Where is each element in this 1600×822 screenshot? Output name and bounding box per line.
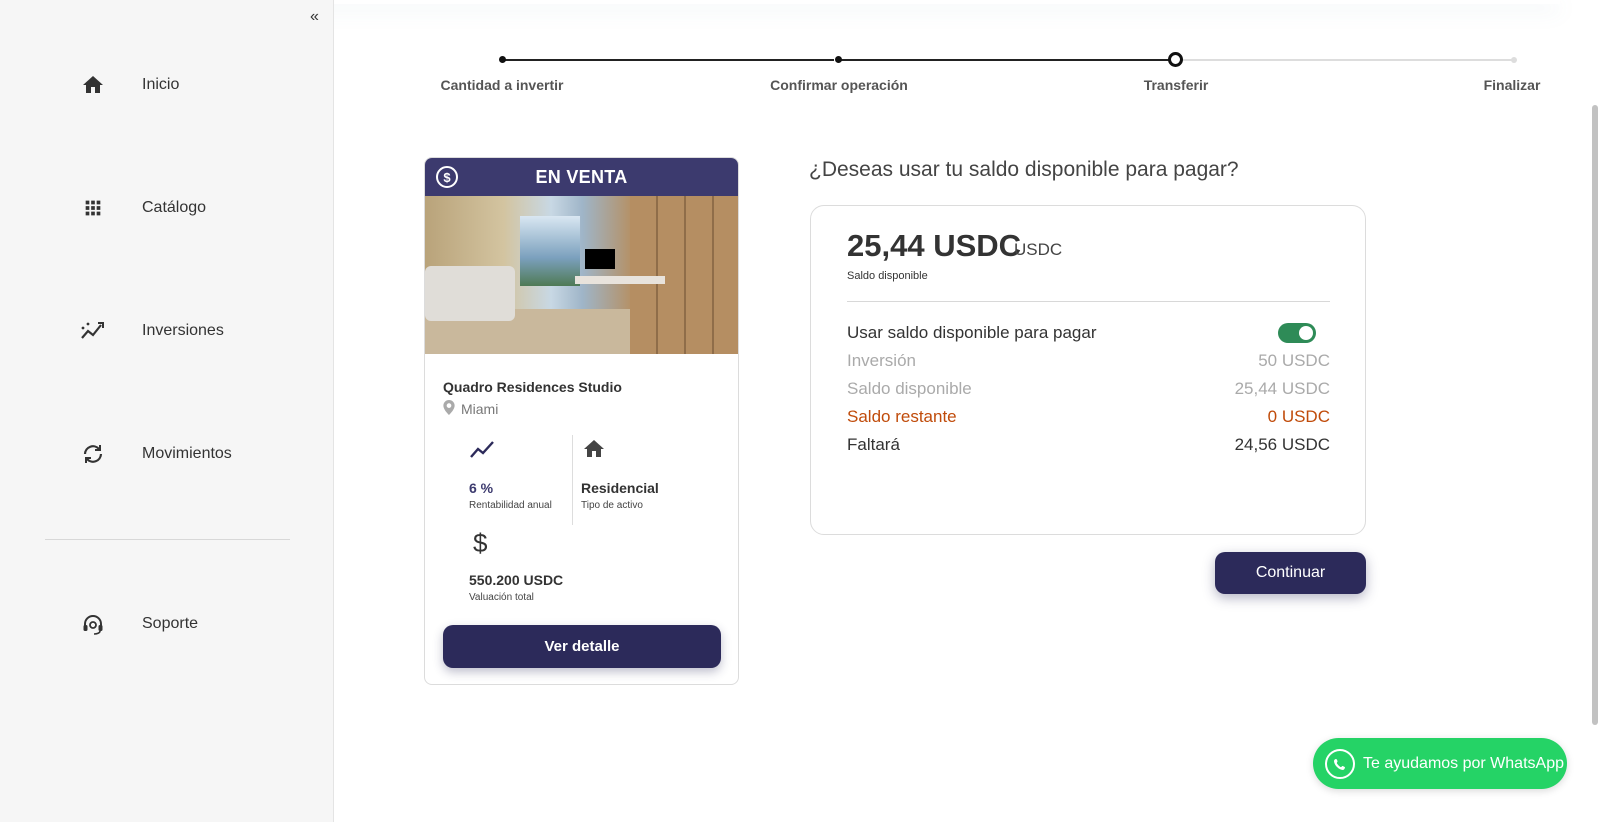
whatsapp-icon	[1325, 748, 1355, 779]
page-scrollbar[interactable]	[1592, 105, 1598, 725]
dollar-icon: $	[473, 528, 488, 558]
stepper-line-done	[502, 59, 834, 61]
property-image	[425, 196, 738, 354]
valuacion-value: 550.200 USDC	[469, 572, 564, 588]
stat-tipo	[581, 437, 607, 466]
row-label: Inversión	[847, 351, 916, 370]
sidebar-item-catalogo[interactable]: Catálogo	[80, 193, 206, 223]
row-value: 50 USDC	[1258, 351, 1330, 370]
step-dot-done	[835, 56, 842, 63]
stat-rentabilidad	[469, 439, 495, 466]
step-label-transferir: Transferir	[1143, 77, 1209, 93]
sidebar: « Inicio Catálogo Inversiones Movimiento…	[0, 0, 334, 822]
valuacion-label: Valuación total	[469, 592, 534, 603]
row-faltara: Faltará 24,56 USDC	[847, 435, 1330, 455]
sidebar-item-movimientos[interactable]: Movimientos	[80, 439, 232, 469]
property-card: $ EN VENTA Quadro Residences Studio Miam…	[424, 157, 739, 685]
sidebar-item-label: Inicio	[142, 76, 180, 93]
house-icon	[581, 440, 607, 465]
stepper-line-pending	[1182, 59, 1512, 61]
sale-badge: EN VENTA	[535, 166, 628, 187]
step-dot-pending	[1511, 57, 1517, 63]
sidebar-item-label: Catálogo	[142, 199, 207, 216]
toggle-knob	[1299, 326, 1313, 340]
payment-box: 25,44 USDC USDC Saldo disponible Usar sa…	[810, 205, 1366, 535]
payment-question: ¿Deseas usar tu saldo disponible para pa…	[809, 158, 1239, 181]
balance-unit: USDC	[1014, 240, 1063, 259]
stat-divider	[572, 435, 573, 525]
home-icon	[80, 72, 106, 98]
rentabilidad-value: 6 %	[469, 480, 494, 496]
sidebar-item-label: Inversiones	[142, 322, 224, 339]
balance-amount: 25,44 USDC	[847, 228, 1022, 263]
stat-valuacion: $	[473, 528, 487, 559]
rentabilidad-label: Rentabilidad anual	[469, 500, 552, 511]
trending-icon	[80, 318, 106, 344]
sidebar-item-inversiones[interactable]: Inversiones	[80, 316, 224, 346]
step-dot-done	[499, 56, 506, 63]
use-balance-toggle[interactable]	[1278, 323, 1316, 343]
payment-divider	[847, 301, 1330, 302]
stat-rentabilidad-text: 6 % Rentabilidad anual	[469, 480, 552, 511]
step-label-cantidad: Cantidad a invertir	[440, 77, 564, 93]
chevron-double-left-icon[interactable]: «	[310, 8, 319, 26]
row-label: Saldo restante	[847, 407, 957, 426]
toggle-row: Usar saldo disponible para pagar	[847, 323, 1330, 343]
sidebar-item-label: Soporte	[142, 615, 199, 632]
location-text: Miami	[461, 401, 499, 417]
sidebar-item-label: Movimientos	[142, 445, 232, 462]
row-inversion: Inversión 50 USDC	[847, 351, 1330, 371]
property-name: Quadro Residences Studio	[443, 379, 622, 395]
stat-valuacion-text: 550.200 USDC Valuación total	[469, 572, 563, 603]
sidebar-item-soporte[interactable]: Soporte	[80, 609, 198, 639]
card-header: $ EN VENTA	[425, 158, 738, 196]
stat-tipo-text: Residencial Tipo de activo	[581, 480, 659, 511]
ver-detalle-button[interactable]: Ver detalle	[443, 625, 721, 668]
step-label-confirmar: Confirmar operación	[770, 77, 908, 93]
location-pin-icon	[443, 400, 455, 418]
property-location: Miami	[443, 400, 498, 418]
row-value: 24,56 USDC	[1234, 435, 1330, 454]
row-value: 0 USDC	[1267, 407, 1330, 426]
row-value: 25,44 USDC	[1234, 379, 1330, 398]
row-label: Saldo disponible	[847, 379, 972, 398]
grid-icon	[80, 195, 106, 221]
sync-icon	[80, 441, 106, 467]
step-label-finalizar: Finalizar	[1483, 77, 1541, 93]
headset-icon	[80, 611, 106, 637]
toggle-label: Usar saldo disponible para pagar	[847, 323, 1097, 342]
stepper-line-done	[840, 59, 1176, 61]
whatsapp-label: Te ayudamos por WhatsApp	[1363, 754, 1564, 772]
row-saldo-restante: Saldo restante 0 USDC	[847, 407, 1330, 427]
row-saldo-disponible: Saldo disponible 25,44 USDC	[847, 379, 1330, 399]
balance-label: Saldo disponible	[847, 270, 928, 282]
sidebar-divider	[45, 539, 290, 540]
tipo-value: Residencial	[581, 480, 659, 496]
trend-line-icon	[469, 441, 495, 465]
continuar-button[interactable]: Continuar	[1215, 552, 1366, 594]
sidebar-item-inicio[interactable]: Inicio	[80, 70, 179, 100]
step-dot-current	[1168, 52, 1183, 67]
row-label: Faltará	[847, 435, 900, 454]
tipo-label: Tipo de activo	[581, 500, 643, 511]
dollar-circle-icon: $	[436, 166, 458, 188]
whatsapp-help-button[interactable]: Te ayudamos por WhatsApp	[1313, 738, 1567, 789]
